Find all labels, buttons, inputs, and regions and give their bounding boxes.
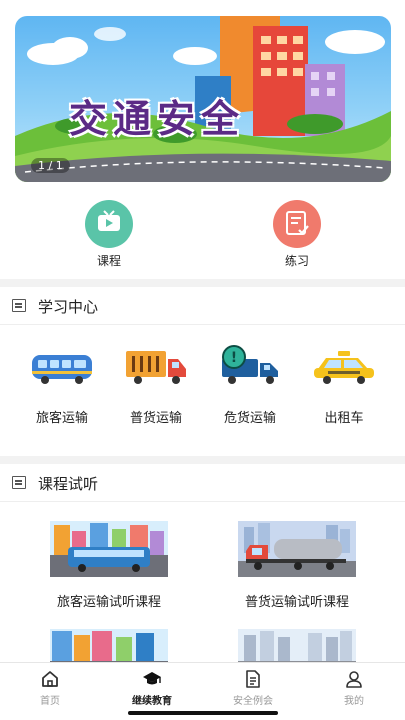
category-label: 危货运输 xyxy=(223,411,276,426)
banner-title: 交通安全 xyxy=(69,97,246,141)
tab-label: 安全例会 xyxy=(233,696,273,707)
tab-label: 我的 xyxy=(344,696,364,707)
category-label: 普货运输 xyxy=(129,411,182,426)
graduation-cap-icon xyxy=(142,669,162,689)
hazard-truck-icon: ! xyxy=(216,345,284,389)
category-label: 出租车 xyxy=(324,411,364,426)
book-icon xyxy=(12,299,26,312)
tv-icon xyxy=(85,200,133,248)
tab-profile[interactable]: 我的 xyxy=(319,669,389,707)
course-thumbnail xyxy=(50,521,168,577)
quick-entry-course[interactable]: 课程 xyxy=(79,200,139,269)
taxi-icon xyxy=(310,345,378,389)
book-icon xyxy=(12,476,26,489)
section-divider xyxy=(0,279,405,287)
bus-icon xyxy=(28,345,96,389)
tab-continuing-education[interactable]: 继续教育 xyxy=(117,669,187,707)
category-taxi[interactable]: 出租车 xyxy=(304,345,384,426)
app-screen: 交通安全 1 / 1 课程 练习 学习中心 旅客运输 普货运输 ! 危货运输 出… xyxy=(0,0,405,720)
svg-text:!: ! xyxy=(231,350,237,366)
study-center-header: 学习中心 xyxy=(0,287,405,325)
section-divider xyxy=(0,456,405,464)
quick-entry-label: 练习 xyxy=(284,254,309,268)
course-title: 普货运输试听课程 xyxy=(244,595,349,610)
category-hazardous-cargo[interactable]: ! 危货运输 xyxy=(210,345,290,426)
quick-entry-label: 课程 xyxy=(96,254,121,268)
tab-label: 首页 xyxy=(40,696,60,707)
section-title: 课程试听 xyxy=(38,475,99,493)
course-preview-header: 课程试听 xyxy=(0,464,405,502)
course-card-general-cargo[interactable]: 普货运输试听课程 xyxy=(237,521,357,610)
home-icon xyxy=(40,669,60,689)
carousel-indicator: 1 / 1 xyxy=(31,158,70,173)
home-indicator[interactable] xyxy=(128,711,278,715)
banner-carousel[interactable]: 交通安全 1 / 1 xyxy=(15,16,391,182)
course-thumbnail xyxy=(238,521,356,577)
document-icon xyxy=(243,669,263,689)
category-general-cargo[interactable]: 普货运输 xyxy=(116,345,196,426)
course-title: 旅客运输试听课程 xyxy=(56,595,161,610)
section-title: 学习中心 xyxy=(38,298,99,316)
tab-home[interactable]: 首页 xyxy=(15,669,85,707)
category-label: 旅客运输 xyxy=(35,411,88,426)
tab-safety-meeting[interactable]: 安全例会 xyxy=(218,669,288,707)
truck-icon xyxy=(122,345,190,389)
quick-entries: 课程 练习 xyxy=(0,200,405,272)
checklist-icon xyxy=(273,200,321,248)
user-icon xyxy=(344,669,364,689)
quick-entry-practice[interactable]: 练习 xyxy=(267,200,327,269)
tab-label: 继续教育 xyxy=(132,696,172,707)
category-passenger[interactable]: 旅客运输 xyxy=(22,345,102,426)
course-card-passenger[interactable]: 旅客运输试听课程 xyxy=(49,521,169,610)
